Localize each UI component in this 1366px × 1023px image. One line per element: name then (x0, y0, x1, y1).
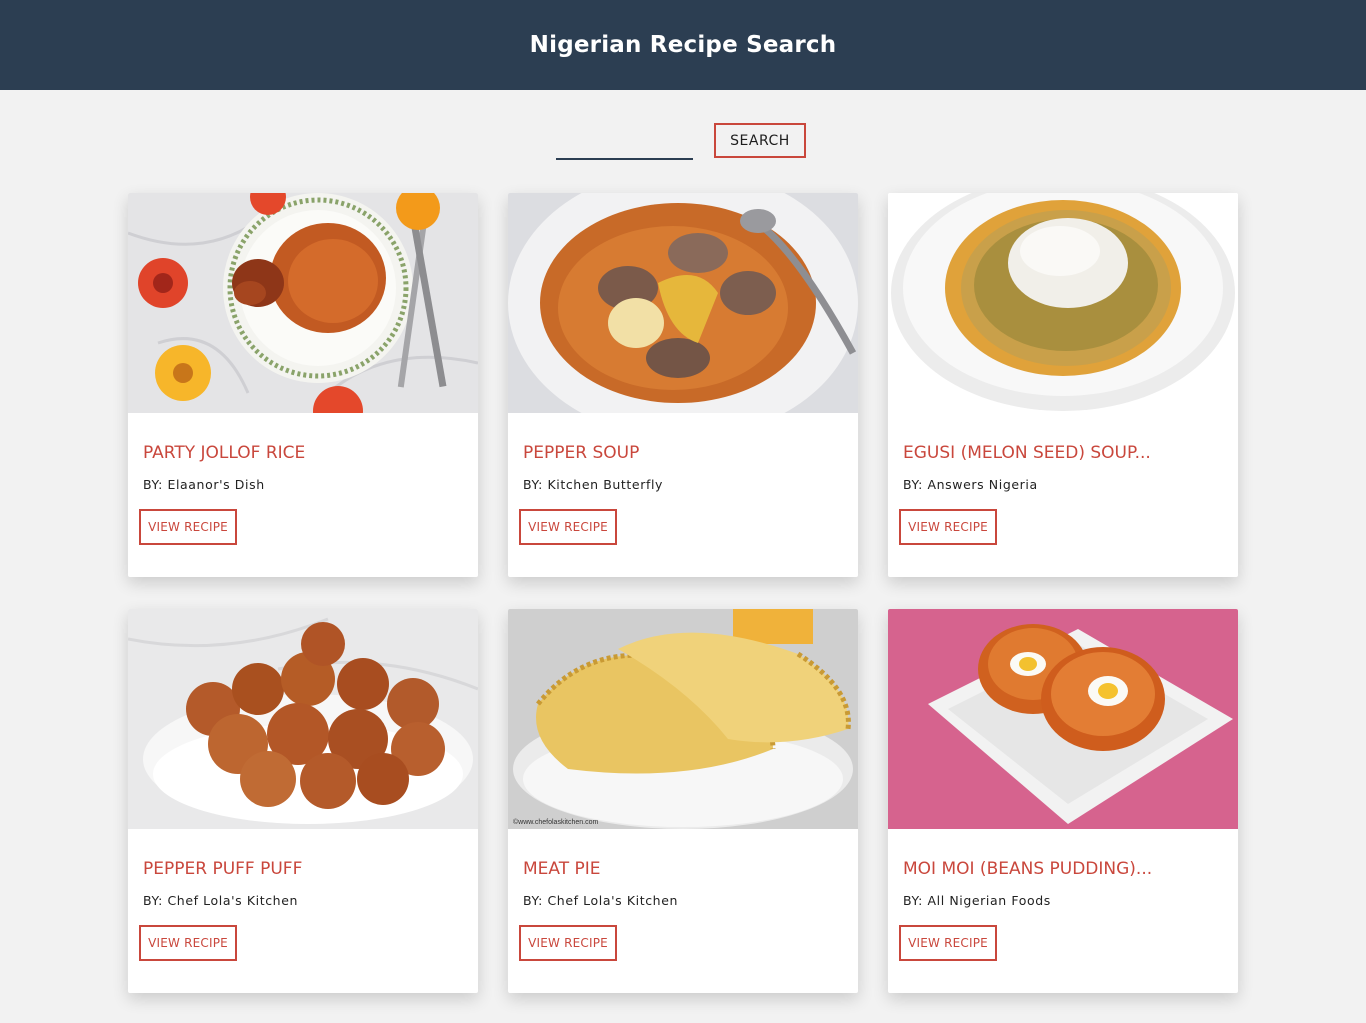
app-header: Nigerian Recipe Search (0, 0, 1366, 90)
author-name: Elaanor's Dish (167, 477, 265, 492)
view-recipe-button[interactable]: VIEW RECIPE (519, 925, 617, 961)
view-recipe-button[interactable]: VIEW RECIPE (899, 509, 997, 545)
recipe-author: BY: Chef Lola's Kitchen (143, 893, 298, 908)
by-label: BY: (143, 893, 163, 908)
search-button[interactable]: SEARCH (714, 123, 806, 158)
by-label: BY: (903, 893, 923, 908)
author-name: Chef Lola's Kitchen (167, 893, 299, 908)
by-label: BY: (523, 893, 543, 908)
author-name: Answers Nigeria (927, 477, 1038, 492)
recipe-author: BY: All Nigerian Foods (903, 893, 1051, 908)
recipe-card: EGUSI (MELON SEED) SOUP... BY: Answers N… (888, 193, 1238, 577)
recipe-title: MEAT PIE (523, 859, 601, 879)
svg-text:©www.chefolaskitchen.com: ©www.chefolaskitchen.com (513, 818, 598, 826)
recipe-card: PEPPER SOUP BY: Kitchen Butterfly VIEW R… (508, 193, 858, 577)
recipe-card: ©www.chefolaskitchen.com MEAT PIE BY: Ch… (508, 609, 858, 993)
view-recipe-button[interactable]: VIEW RECIPE (139, 509, 237, 545)
author-name: Kitchen Butterfly (547, 477, 664, 492)
recipe-title: MOI MOI (BEANS PUDDING)... (903, 859, 1153, 879)
pepper-soup-photo (508, 193, 858, 413)
page-title: Nigerian Recipe Search (529, 32, 837, 58)
view-recipe-button[interactable]: VIEW RECIPE (899, 925, 997, 961)
meat-pie-photo: ©www.chefolaskitchen.com (508, 609, 858, 829)
view-recipe-button[interactable]: VIEW RECIPE (139, 925, 237, 961)
recipe-title: PEPPER PUFF PUFF (143, 859, 303, 879)
recipe-grid: PARTY JOLLOF RICE BY: Elaanor's Dish VIE… (128, 193, 1238, 993)
moi-moi-photo (888, 609, 1238, 829)
by-label: BY: (903, 477, 923, 492)
search-bar: SEARCH (0, 90, 1366, 193)
author-name: All Nigerian Foods (927, 893, 1051, 908)
by-label: BY: (143, 477, 163, 492)
recipe-title: PARTY JOLLOF RICE (143, 443, 306, 463)
recipe-card: PARTY JOLLOF RICE BY: Elaanor's Dish VIE… (128, 193, 478, 577)
egusi-soup-photo (888, 193, 1238, 413)
recipe-title: PEPPER SOUP (523, 443, 640, 463)
search-input[interactable] (556, 132, 693, 160)
puff-puff-photo (128, 609, 478, 829)
view-recipe-button[interactable]: VIEW RECIPE (519, 509, 617, 545)
recipe-card: PEPPER PUFF PUFF BY: Chef Lola's Kitchen… (128, 609, 478, 993)
recipe-card: MOI MOI (BEANS PUDDING)... BY: All Niger… (888, 609, 1238, 993)
recipe-title: EGUSI (MELON SEED) SOUP... (903, 443, 1151, 463)
recipe-author: BY: Answers Nigeria (903, 477, 1038, 492)
recipe-author: BY: Kitchen Butterfly (523, 477, 663, 492)
recipe-author: BY: Elaanor's Dish (143, 477, 265, 492)
author-name: Chef Lola's Kitchen (547, 893, 679, 908)
recipe-author: BY: Chef Lola's Kitchen (523, 893, 678, 908)
jollof-rice-photo (128, 193, 478, 413)
by-label: BY: (523, 477, 543, 492)
